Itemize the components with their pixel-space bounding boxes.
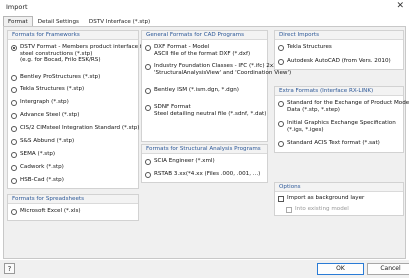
radio-icon[interactable]	[11, 125, 17, 132]
radio-icon[interactable]	[145, 171, 151, 178]
ok-button[interactable]: OK	[317, 263, 364, 275]
option-label: Microsoft Excel (*.xls)	[20, 208, 81, 214]
option-label: DXF Format - Model ASCII file of the for…	[154, 44, 251, 57]
radio-icon[interactable]	[11, 112, 17, 119]
spreadsheets-group: Formats for Spreadsheets Microsoft Excel…	[7, 194, 139, 221]
option-label: Import as background layer	[287, 195, 365, 201]
group-title: Direct Imports	[275, 31, 403, 40]
dialog-footer: ? OK Cancel	[0, 260, 409, 278]
group-title: General Formats for CAD Programs	[142, 31, 267, 40]
option-step[interactable]: Standard for the Exchange of Product Mod…	[278, 100, 409, 113]
option-scia[interactable]: SCIA Engineer (*.xml)	[145, 158, 215, 165]
option-label: SDNF Format Steel detailing neutral file…	[154, 104, 267, 117]
cad-group: General Formats for CAD Programs DXF For…	[141, 30, 291, 142]
cancel-button[interactable]: Cancel	[367, 263, 409, 275]
option-label: RSTAB 3.xx(*4.xx (Files .000, .001, ...)	[154, 171, 261, 177]
title-bar: Import ✕	[0, 0, 409, 14]
format-panel: Formats for Frameworks DSTV Format - Mem…	[3, 26, 409, 259]
rx-link-group: Extra Formats (Interface RX-LINK) Standa…	[274, 86, 409, 153]
option-label: S&S Abbund (*.stp)	[20, 138, 75, 144]
radio-icon[interactable]	[11, 138, 17, 145]
radio-icon[interactable]	[145, 158, 151, 165]
option-label: SCIA Engineer (*.xml)	[154, 158, 215, 164]
radio-icon[interactable]	[278, 44, 284, 51]
radio-icon[interactable]	[11, 74, 17, 81]
option-label: HSB-Cad (*.stp)	[20, 177, 64, 183]
group-title: Formats for Structural Analysis Programs	[142, 145, 267, 154]
window-title: Import	[6, 3, 28, 11]
options-group: Options Import as background layer Into …	[274, 182, 404, 216]
option-acis[interactable]: Standard ACIS Text format (*.sat)	[278, 140, 380, 147]
radio-icon[interactable]	[145, 87, 151, 94]
group-title: Formats for Spreadsheets	[8, 195, 138, 204]
structural-group: Formats for Structural Analysis Programs…	[141, 144, 268, 183]
option-label: Standard for the Exchange of Product Mod…	[287, 100, 409, 113]
option-sdnf[interactable]: SDNF Format Steel detailing neutral file…	[145, 104, 266, 117]
option-ifc[interactable]: Industry Foundation Classes - IFC (*.ifc…	[145, 63, 291, 76]
radio-icon[interactable]	[11, 151, 17, 158]
radio-icon[interactable]	[11, 208, 17, 215]
option-label: Into existing model	[295, 206, 349, 212]
option-ss-abbund[interactable]: S&S Abbund (*.stp)	[11, 138, 74, 145]
option-dxf[interactable]: DXF Format - Model ASCII file of the for…	[145, 44, 250, 57]
direct-imports-group: Direct Imports Tekla Structures Autodesk…	[274, 30, 404, 70]
option-background-layer[interactable]: Import as background layer	[278, 195, 364, 202]
option-rstab[interactable]: RSTAB 3.xx(*4.xx (Files .000, .001, ...)	[145, 171, 260, 178]
option-label: SEMA (*.stp)	[20, 151, 56, 157]
option-label: Advance Steel (*.stp)	[20, 112, 80, 118]
option-autocad[interactable]: Autodesk AutoCAD (from Vers. 2010)	[278, 58, 391, 65]
radio-icon[interactable]	[145, 104, 151, 111]
option-label: CIS/2 CIMsteel Integration Standard (*.s…	[20, 125, 140, 131]
option-label: Initial Graphics Exchange Specification …	[287, 120, 396, 133]
option-cis2[interactable]: CIS/2 CIMsteel Integration Standard (*.s…	[11, 125, 139, 132]
option-label: Tekla Structures (*.stp)	[20, 86, 85, 92]
radio-icon[interactable]	[11, 44, 17, 51]
option-label: Industry Foundation Classes - IFC (*.ifc…	[154, 63, 292, 76]
option-cadwork[interactable]: Cadwork (*.stp)	[11, 164, 64, 171]
option-label: Tekla Structures	[287, 44, 332, 50]
group-title: Extra Formats (Interface RX-LINK)	[275, 87, 403, 96]
close-icon[interactable]: ✕	[396, 1, 404, 11]
radio-icon[interactable]	[278, 120, 284, 127]
group-title: Options	[275, 183, 403, 192]
radio-icon[interactable]	[11, 177, 17, 184]
radio-icon[interactable]	[11, 99, 17, 106]
option-dstv[interactable]: DSTV Format - Members product interface …	[11, 44, 148, 64]
option-label: Bentley ISM (*.ism.dgn, *.dgn)	[154, 87, 239, 93]
option-label: Bentley ProStructures (*.stp)	[20, 74, 101, 80]
option-excel[interactable]: Microsoft Excel (*.xls)	[11, 208, 81, 215]
radio-icon[interactable]	[278, 58, 284, 65]
frameworks-group: Formats for Frameworks DSTV Format - Mem…	[7, 30, 148, 189]
option-label: Cadwork (*.stp)	[20, 164, 64, 170]
option-tekla[interactable]: Tekla Structures (*.stp)	[11, 86, 84, 93]
option-intergraph[interactable]: Intergraph (*.stp)	[11, 99, 69, 106]
option-advance-steel[interactable]: Advance Steel (*.stp)	[11, 112, 79, 119]
option-bentley-prostructures[interactable]: Bentley ProStructures (*.stp)	[11, 74, 100, 81]
option-label: Standard ACIS Text format (*.sat)	[287, 140, 380, 146]
option-label: DSTV Format - Members product interface …	[20, 44, 148, 64]
option-hsb-cad[interactable]: HSB-Cad (*.stp)	[11, 177, 64, 184]
option-tekla-direct[interactable]: Tekla Structures	[278, 44, 332, 51]
option-sema[interactable]: SEMA (*.stp)	[11, 151, 55, 158]
help-icon[interactable]: ?	[4, 263, 15, 274]
option-label: Autodesk AutoCAD (from Vers. 2010)	[287, 58, 391, 64]
radio-icon[interactable]	[278, 100, 284, 107]
radio-icon[interactable]	[145, 44, 151, 51]
option-label: Intergraph (*.stp)	[20, 99, 69, 105]
radio-icon[interactable]	[11, 164, 17, 171]
checkbox-icon[interactable]	[278, 195, 284, 202]
radio-icon[interactable]	[145, 63, 151, 70]
option-iges[interactable]: Initial Graphics Exchange Specification …	[278, 120, 396, 133]
radio-icon[interactable]	[11, 86, 17, 93]
option-bentley-ism[interactable]: Bentley ISM (*.ism.dgn, *.dgn)	[145, 87, 239, 94]
radio-icon[interactable]	[278, 140, 284, 147]
option-existing-model[interactable]: Into existing model	[286, 206, 349, 213]
group-title: Formats for Frameworks	[8, 31, 138, 40]
checkbox-icon[interactable]	[286, 206, 292, 213]
